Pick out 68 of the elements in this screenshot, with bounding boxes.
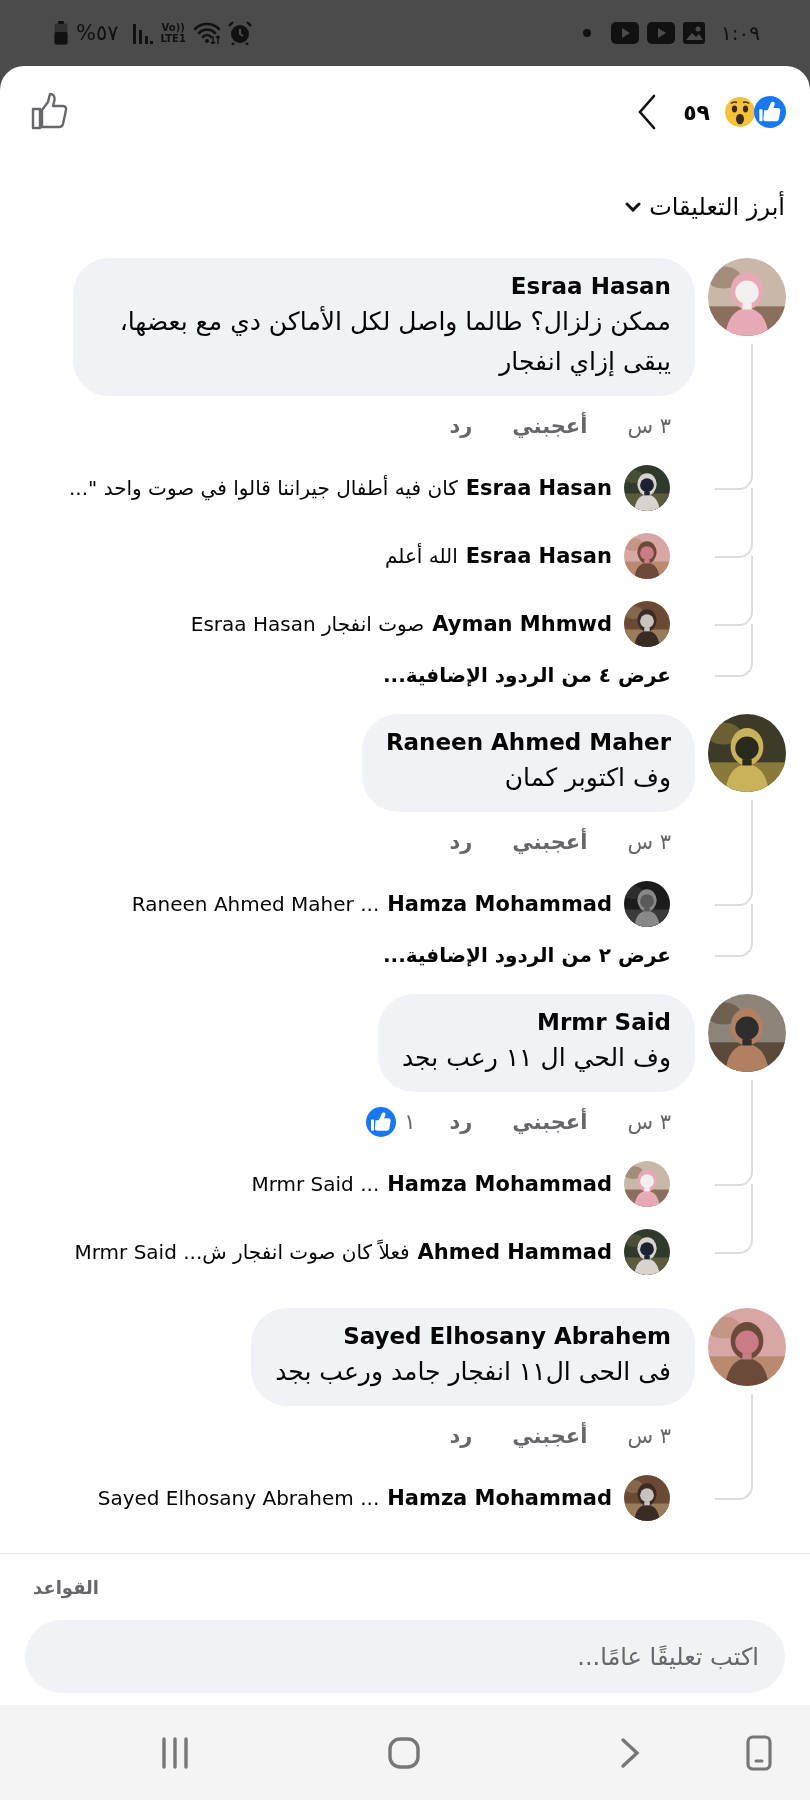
- recent-apps-icon[interactable]: [160, 1736, 190, 1769]
- sort-dropdown[interactable]: أبرز التعليقات: [625, 190, 785, 224]
- back-chevron-icon[interactable]: [637, 94, 658, 130]
- thread-line: [751, 1080, 753, 1150]
- battery-icon: [54, 21, 68, 45]
- thread-connector: [715, 556, 753, 626]
- clock-time: ١:٠٩: [721, 21, 760, 45]
- play-icon: [647, 22, 676, 44]
- home-icon[interactable]: [388, 1736, 420, 1769]
- reply-text: ... Mrmr Said: [251, 1172, 380, 1196]
- wifi-icon: [193, 22, 220, 44]
- like-count: ١: [404, 1110, 416, 1134]
- reply-author[interactable]: Hamza Mohammad: [387, 892, 612, 916]
- comment-text: ممكن زلزال؟ طالما واصل لكل الأماكن دي مع بعضها، يبقى إزاي انفجار: [118, 305, 671, 378]
- time-label: ٣ س: [627, 1110, 671, 1134]
- reply-author[interactable]: Ahmed Hammad: [417, 1240, 612, 1264]
- like-button[interactable]: أعجبني: [512, 1110, 588, 1134]
- comment-text: وف الحي ال ١١ رعب بجد: [402, 1042, 671, 1075]
- thread-line: [751, 1394, 753, 1464]
- time-label: ٣ س: [627, 414, 671, 438]
- reply-text: الله أعلم: [385, 544, 458, 568]
- wow-emoji-icon: [724, 96, 756, 128]
- author-name[interactable]: Raneen Ahmed Maher: [385, 726, 671, 758]
- author-name[interactable]: Esraa Hasan: [97, 270, 671, 302]
- comment-input[interactable]: اكتب تعليقًا عامًا...: [25, 1620, 785, 1693]
- notification-dot-icon: [583, 29, 592, 37]
- more-replies-link[interactable]: عرض ٢ من الردود الإضافية...: [383, 943, 671, 967]
- comment-text: فى الحى ال١١ انفجار جامد ورعب بجد: [275, 1356, 671, 1389]
- alarm-clock-icon: [227, 21, 252, 45]
- play-icon: [611, 22, 640, 44]
- like-reaction-icon: [366, 1107, 397, 1137]
- reaction-count: ٥٩: [683, 99, 710, 125]
- thumbs-up-icon[interactable]: [30, 92, 70, 132]
- thread-line: [751, 800, 753, 870]
- author-name[interactable]: Sayed Elhosany Abrahem: [275, 1320, 671, 1352]
- caret-icon: [625, 202, 642, 212]
- phone-rotate-icon[interactable]: [746, 1734, 772, 1771]
- reply-author[interactable]: Ayman Mhmwd: [432, 612, 612, 636]
- like-button[interactable]: أعجبني: [512, 414, 588, 438]
- like-button[interactable]: أعجبني: [512, 1424, 588, 1448]
- reply-text: ... Sayed Elhosany Abrahem: [97, 1486, 380, 1510]
- image-icon: [683, 22, 706, 44]
- reply-author[interactable]: Hamza Mohammad: [387, 1172, 612, 1196]
- reply-button[interactable]: رد: [449, 1424, 473, 1448]
- like-button[interactable]: أعجبني: [512, 830, 588, 854]
- reply-author[interactable]: Esraa Hasan: [465, 544, 612, 568]
- reply-author[interactable]: Hamza Mohammad: [387, 1486, 612, 1510]
- signal-icon: [132, 22, 153, 44]
- reply-text: كان فيه أطفال جيراننا قالوا في صوت واحد "...: [69, 476, 458, 500]
- reply-text: صوت انفجار Esraa Hasan: [190, 612, 425, 636]
- reply-button[interactable]: رد: [449, 414, 473, 438]
- comment-text: وف اكتوبر كمان: [503, 762, 671, 795]
- reply-author[interactable]: Esraa Hasan: [465, 476, 612, 500]
- like-reaction-icon: [754, 96, 786, 128]
- network-label: Vo)) LTE1: [160, 22, 186, 44]
- time-label: ٣ س: [627, 1424, 671, 1448]
- thread-connector: [715, 1464, 753, 1500]
- reply-text: فعلاً كان صوت انفجار ش... Mrmr Said: [74, 1240, 410, 1264]
- rules-link[interactable]: القواعد: [25, 1574, 785, 1602]
- author-name[interactable]: Mrmr Said: [402, 1006, 671, 1038]
- more-replies-link[interactable]: عرض ٤ من الردود الإضافية...: [383, 663, 671, 687]
- battery-level: %٥٧: [76, 21, 119, 45]
- back-icon[interactable]: [620, 1736, 640, 1769]
- time-label: ٣ س: [627, 830, 671, 854]
- reply-button[interactable]: رد: [449, 830, 473, 854]
- thread-connector: [715, 624, 753, 677]
- reply-button[interactable]: رد: [449, 1110, 473, 1134]
- reply-text: ... Raneen Ahmed Maher: [131, 892, 380, 916]
